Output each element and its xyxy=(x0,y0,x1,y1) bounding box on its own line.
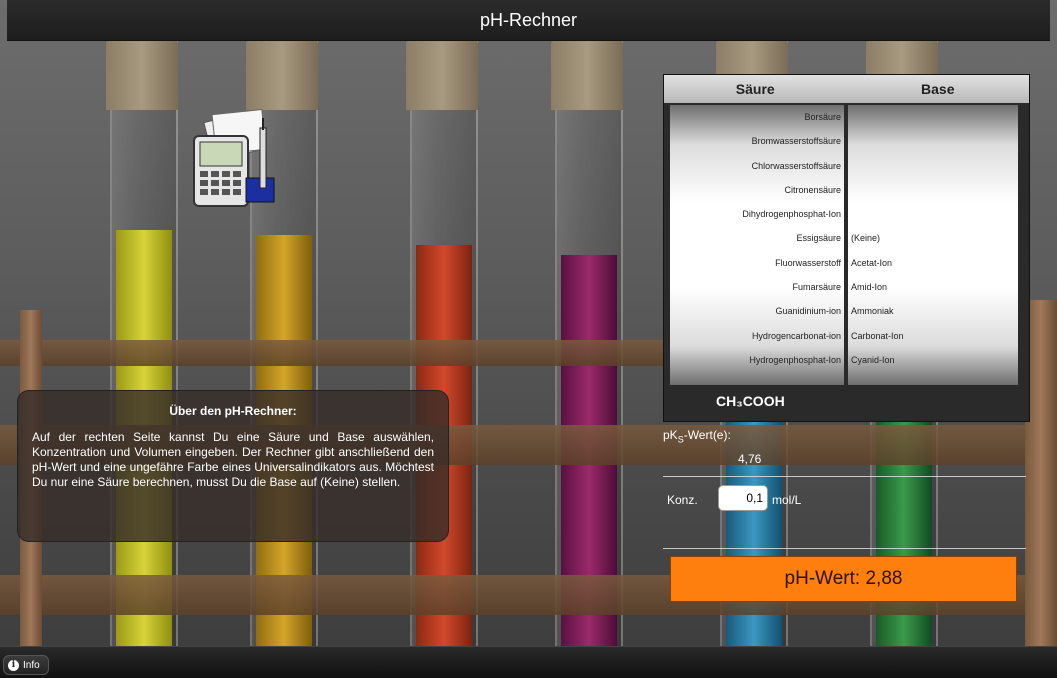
acid-option[interactable]: Fumarsäure xyxy=(670,275,844,299)
acid-column-header: Säure xyxy=(735,81,775,97)
ph-result-display: pH-Wert: 2,88 xyxy=(670,556,1017,602)
acid-option[interactable]: Bromwasserstoffsäure xyxy=(670,129,844,153)
base-option[interactable] xyxy=(848,129,1018,153)
acid-wheel[interactable]: Borsäure Bromwasserstoffsäure Chlorwassers… xyxy=(670,105,844,385)
base-option[interactable]: Amid-Ion xyxy=(848,275,1018,299)
acid-option[interactable]: Essigsäure xyxy=(670,226,844,250)
info-button[interactable]: i Info xyxy=(3,655,49,675)
concentration-input[interactable] xyxy=(718,485,768,511)
base-option[interactable] xyxy=(848,105,1018,129)
acid-option[interactable]: Hydrogencarbonat-ion xyxy=(670,324,844,348)
pks-value: 4,76 xyxy=(738,452,762,466)
base-option[interactable]: (Keine) xyxy=(848,226,1018,250)
footer-bar: i Info xyxy=(0,646,1057,678)
info-button-label: Info xyxy=(23,659,40,671)
acid-option[interactable]: Hydrogenphosphat-Ion xyxy=(670,348,844,372)
divider-line xyxy=(663,548,1026,549)
info-text: Auf der rechten Seite kannst Du eine Säu… xyxy=(32,430,434,489)
acid-option[interactable]: Chlorwasserstoffsäure xyxy=(670,154,844,178)
base-option[interactable] xyxy=(848,178,1018,202)
info-icon: i xyxy=(8,659,19,671)
pks-label: pKS-Wert(e): xyxy=(663,428,731,445)
concentration-label: Konz. xyxy=(667,493,698,507)
header-bar: pH-Rechner xyxy=(7,0,1050,41)
acid-option[interactable]: Dihydrogenphosphat-Ion xyxy=(670,202,844,226)
picker-header: Säure Base xyxy=(664,75,1029,103)
base-option[interactable]: Carbonat-Ion xyxy=(848,324,1018,348)
page-title: pH-Rechner xyxy=(479,9,578,30)
info-title: Über den pH-Rechner: xyxy=(169,404,297,418)
concentration-unit: mol/L xyxy=(772,493,802,507)
base-option[interactable]: Ammoniak xyxy=(848,299,1018,323)
base-column-header: Base xyxy=(921,81,955,97)
acid-option[interactable]: Citronensäure xyxy=(670,178,844,202)
formula-label: CH₃COOH xyxy=(716,393,785,409)
divider-line xyxy=(663,476,1026,477)
info-panel: Über den pH-Rechner: Auf der rechten Sei… xyxy=(17,390,449,542)
base-option[interactable] xyxy=(848,154,1018,178)
base-option[interactable]: Acetat-Ion xyxy=(848,251,1018,275)
acid-option[interactable]: Fluorwasserstoff xyxy=(670,251,844,275)
acid-option[interactable]: Borsäure xyxy=(670,105,844,129)
acid-option[interactable]: Guanidinium-ion xyxy=(670,299,844,323)
acid-base-picker: Säure Base Borsäure Bromwasserstoffsäure C… xyxy=(663,74,1030,422)
base-option[interactable] xyxy=(848,202,1018,226)
ph-calculator-icon xyxy=(193,108,275,207)
base-wheel[interactable]: (Keine) Acetat-Ion Amid-Ion Ammoniak Carbona… xyxy=(848,105,1018,385)
base-option[interactable]: Cyanid-Ion xyxy=(848,348,1018,372)
